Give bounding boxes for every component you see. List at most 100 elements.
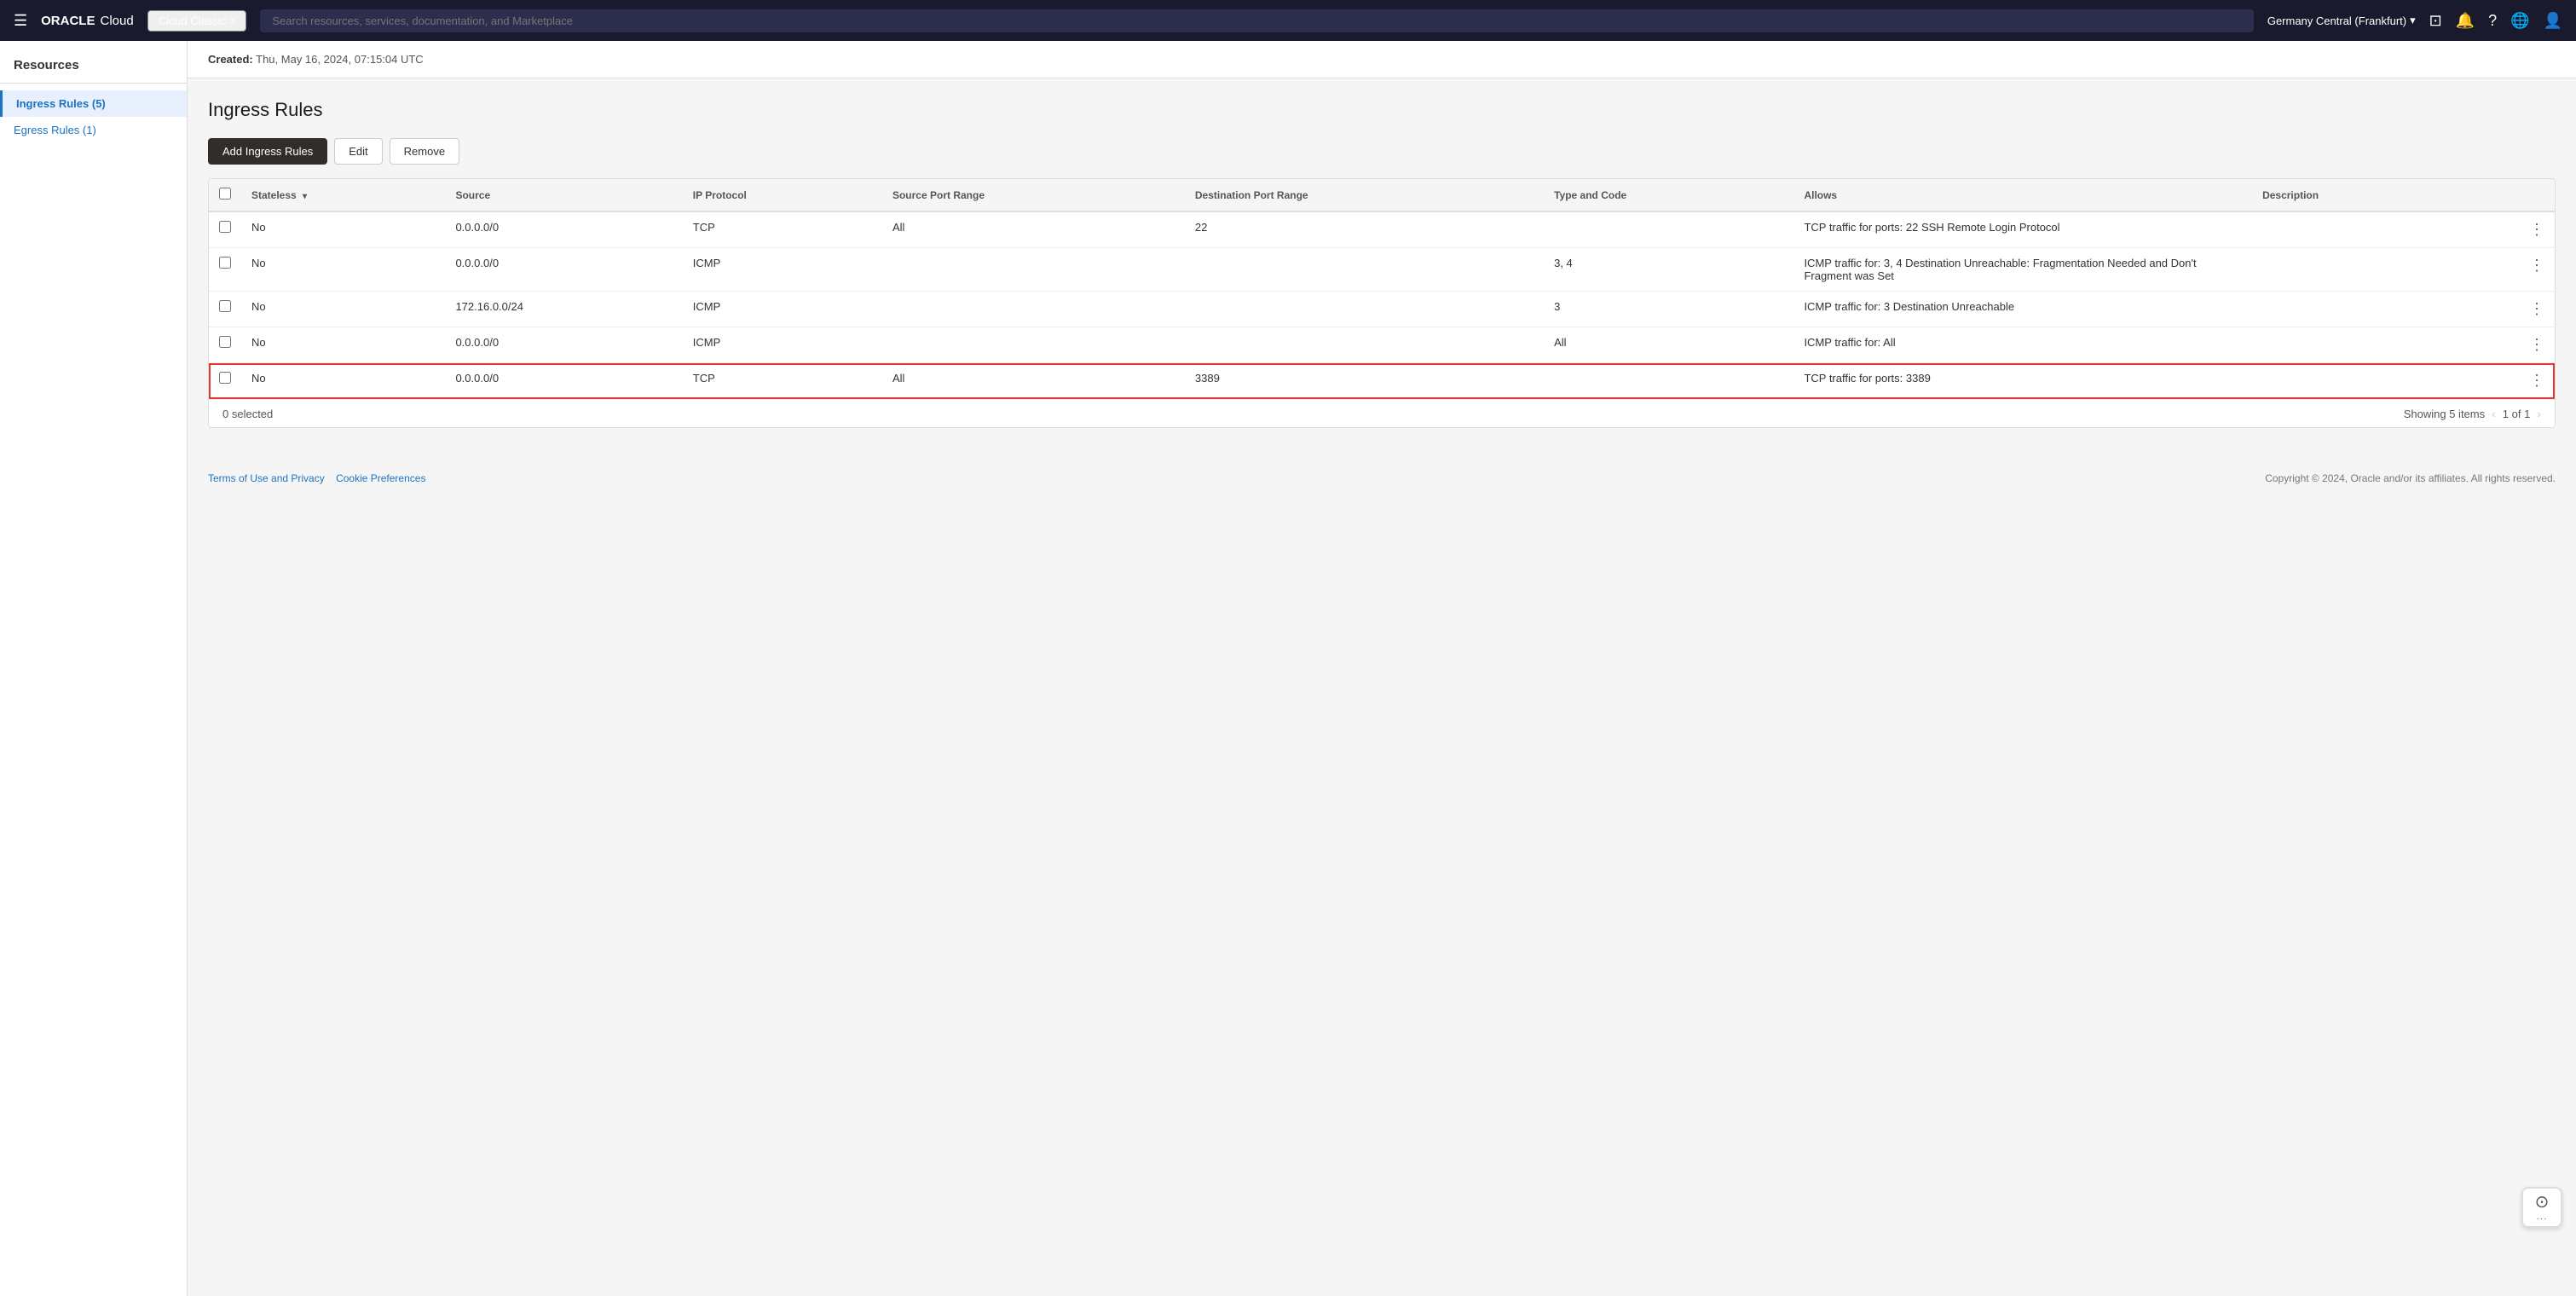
table-row: No 0.0.0.0/0 ICMP 3, 4 ICMP traffic for:… (209, 248, 2555, 292)
hamburger-menu-icon[interactable]: ☰ (14, 12, 27, 30)
stateless-header-label: Stateless (251, 189, 297, 201)
cell-ip-protocol: ICMP (683, 248, 882, 292)
row-actions-menu[interactable]: ⋮ (2458, 363, 2555, 399)
row-checkbox-0[interactable] (219, 221, 231, 233)
th-source-port-range: Source Port Range (882, 179, 1185, 211)
created-label: Created: (208, 53, 253, 66)
page-footer: Terms of Use and Privacy Cookie Preferen… (188, 462, 2576, 495)
cell-description (2252, 211, 2458, 248)
cell-description (2252, 292, 2458, 327)
cell-source: 0.0.0.0/0 (445, 327, 682, 363)
cell-source: 0.0.0.0/0 (445, 363, 682, 399)
sort-arrow-icon: ▾ (303, 192, 307, 201)
sidebar-title: Resources (0, 58, 187, 84)
row-checkbox-cell[interactable] (209, 363, 241, 399)
cell-source-port-range: All (882, 211, 1185, 248)
cloud-text: Cloud (100, 14, 133, 28)
th-description: Description (2252, 179, 2458, 211)
select-all-checkbox-header[interactable] (209, 179, 241, 211)
add-ingress-rules-button[interactable]: Add Ingress Rules (208, 138, 327, 165)
row-actions-menu[interactable]: ⋮ (2458, 211, 2555, 248)
main-content: Created: Thu, May 16, 2024, 07:15:04 UTC… (188, 41, 2576, 1296)
help-dots: ··· (2537, 1214, 2548, 1224)
table-header-row: Stateless ▾ Source IP Protocol Source Po… (209, 179, 2555, 211)
cell-dest-port-range: 3389 (1185, 363, 1544, 399)
cell-description (2252, 327, 2458, 363)
row-checkbox-cell[interactable] (209, 248, 241, 292)
cell-source-port-range (882, 248, 1185, 292)
cell-type-and-code: All (1544, 327, 1793, 363)
prev-page-button[interactable]: ‹ (2492, 407, 2496, 420)
page-title: Ingress Rules (208, 99, 2556, 121)
cell-ip-protocol: TCP (683, 363, 882, 399)
th-source: Source (445, 179, 682, 211)
cell-source: 172.16.0.0/24 (445, 292, 682, 327)
cloud-classic-button[interactable]: Cloud Classic > (147, 10, 247, 32)
cell-allows: ICMP traffic for: All (1793, 327, 2252, 363)
table-footer: 0 selected Showing 5 items ‹ 1 of 1 › (209, 399, 2555, 427)
terminal-icon[interactable]: ⊡ (2429, 12, 2442, 30)
cell-ip-protocol: TCP (683, 211, 882, 248)
cell-stateless: No (241, 248, 445, 292)
row-checkbox-3[interactable] (219, 336, 231, 348)
cell-dest-port-range (1185, 248, 1544, 292)
th-stateless[interactable]: Stateless ▾ (241, 179, 445, 211)
selected-count: 0 selected (222, 408, 273, 420)
cell-dest-port-range (1185, 327, 1544, 363)
table-row: No 0.0.0.0/0 TCP All 22 TCP traffic for … (209, 211, 2555, 248)
sidebar-item-egress-rules[interactable]: Egress Rules (1) (0, 117, 187, 143)
table-row: No 0.0.0.0/0 TCP All 3389 TCP traffic fo… (209, 363, 2555, 399)
page-info: 1 of 1 (2503, 408, 2531, 420)
nav-right-section: Germany Central (Frankfurt) ▾ ⊡ 🔔 ? 🌐 👤 (2267, 12, 2562, 30)
cell-allows: ICMP traffic for: 3 Destination Unreacha… (1793, 292, 2252, 327)
next-page-button[interactable]: › (2537, 407, 2541, 420)
cell-stateless: No (241, 363, 445, 399)
cell-source-port-range (882, 292, 1185, 327)
sidebar: Resources Ingress Rules (5) Egress Rules… (0, 41, 188, 1296)
cell-source: 0.0.0.0/0 (445, 248, 682, 292)
row-actions-menu[interactable]: ⋮ (2458, 248, 2555, 292)
region-selector[interactable]: Germany Central (Frankfurt) ▾ (2267, 14, 2416, 27)
row-checkbox-4[interactable] (219, 372, 231, 384)
cell-stateless: No (241, 292, 445, 327)
toolbar: Add Ingress Rules Edit Remove (208, 138, 2556, 165)
row-checkbox-cell[interactable] (209, 211, 241, 248)
cell-type-and-code: 3, 4 (1544, 248, 1793, 292)
cell-type-and-code (1544, 363, 1793, 399)
row-actions-menu[interactable]: ⋮ (2458, 292, 2555, 327)
cell-allows: TCP traffic for ports: 3389 (1793, 363, 2252, 399)
user-avatar-icon[interactable]: 👤 (2544, 12, 2562, 30)
help-icon[interactable]: ? (2488, 12, 2497, 30)
row-checkbox-cell[interactable] (209, 292, 241, 327)
top-navigation: ☰ ORACLE Cloud Cloud Classic > Germany C… (0, 0, 2576, 41)
oracle-text: ORACLE (41, 14, 95, 28)
globe-icon[interactable]: 🌐 (2510, 12, 2529, 30)
row-checkbox-2[interactable] (219, 300, 231, 312)
edit-button[interactable]: Edit (334, 138, 382, 165)
cell-stateless: No (241, 327, 445, 363)
remove-button[interactable]: Remove (390, 138, 459, 165)
th-dest-port-range: Destination Port Range (1185, 179, 1544, 211)
terms-link[interactable]: Terms of Use and Privacy (208, 472, 325, 484)
global-search-input[interactable] (260, 9, 2253, 32)
footer-left: Terms of Use and Privacy Cookie Preferen… (208, 472, 425, 484)
cell-ip-protocol: ICMP (683, 327, 882, 363)
cell-type-and-code: 3 (1544, 292, 1793, 327)
sidebar-item-ingress-rules[interactable]: Ingress Rules (5) (0, 90, 187, 117)
cell-source-port-range (882, 327, 1185, 363)
select-all-checkbox[interactable] (219, 188, 231, 200)
row-actions-menu[interactable]: ⋮ (2458, 327, 2555, 363)
row-checkbox-cell[interactable] (209, 327, 241, 363)
help-float-button[interactable]: ⊙ ··· (2521, 1187, 2562, 1228)
created-value: Thu, May 16, 2024, 07:15:04 UTC (256, 53, 424, 66)
cookie-link[interactable]: Cookie Preferences (336, 472, 425, 484)
row-checkbox-1[interactable] (219, 257, 231, 269)
main-layout: Resources Ingress Rules (5) Egress Rules… (0, 41, 2576, 1296)
bell-icon[interactable]: 🔔 (2456, 12, 2475, 30)
th-allows: Allows (1793, 179, 2252, 211)
th-type-and-code: Type and Code (1544, 179, 1793, 211)
copyright-text: Copyright © 2024, Oracle and/or its affi… (2265, 472, 2556, 484)
ingress-rules-table: Stateless ▾ Source IP Protocol Source Po… (208, 178, 2556, 428)
cell-source-port-range: All (882, 363, 1185, 399)
showing-label: Showing 5 items (2404, 408, 2485, 420)
